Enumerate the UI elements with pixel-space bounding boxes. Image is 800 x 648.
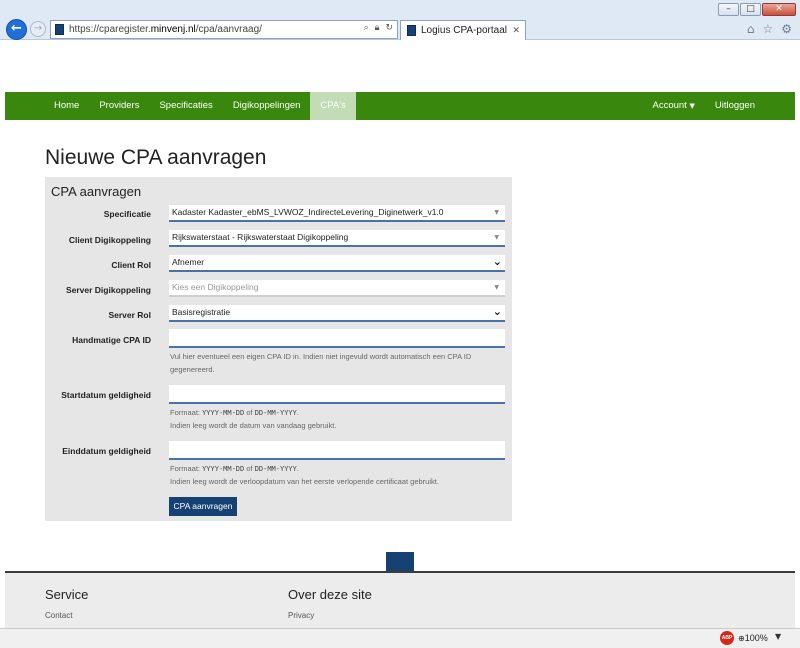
specificatie-label: Specificatie bbox=[103, 209, 151, 219]
server-digikoppeling-select[interactable]: Kies een Digikoppeling ▼ bbox=[169, 280, 505, 297]
startdatum-label: Startdatum geldigheid bbox=[61, 390, 151, 400]
tab-favicon-icon bbox=[407, 25, 416, 36]
nav-providers[interactable]: Providers bbox=[89, 92, 149, 120]
caret-down-icon: ▼ bbox=[689, 102, 695, 110]
chevron-down-icon: ⌄ bbox=[492, 305, 502, 318]
zoom-level[interactable]: ⊕100% bbox=[738, 633, 768, 643]
url-text: https://cparegister.minvenj.nl/cpa/aanvr… bbox=[69, 24, 262, 35]
close-window-icon[interactable]: ✕ bbox=[762, 3, 796, 16]
cpa-id-help: Vul hier eventueel een eigen CPA ID in. … bbox=[170, 352, 472, 374]
cpa-id-input[interactable] bbox=[169, 329, 505, 348]
nav-digikoppelingen[interactable]: Digikoppelingen bbox=[223, 92, 311, 120]
home-icon[interactable]: ⌂ bbox=[747, 22, 755, 36]
footer-service-title: Service bbox=[45, 587, 89, 602]
gear-icon[interactable]: ⚙ bbox=[781, 22, 792, 36]
site-footer: Service Contact Over deze site Privacy bbox=[5, 571, 795, 628]
startdatum-format: Formaat: YYYY-MM-DD of DD-MM-YYYY. bbox=[170, 408, 299, 417]
cpa-id-label: Handmatige CPA ID bbox=[72, 335, 151, 345]
address-bar[interactable]: https://cparegister.minvenj.nl/cpa/aanvr… bbox=[50, 20, 398, 39]
lock-icon[interactable]: 🔒︎ bbox=[375, 23, 380, 33]
tab-close-icon[interactable]: ✕ bbox=[512, 26, 520, 36]
client-rol-select[interactable]: Afnemer ⌄ bbox=[169, 255, 505, 272]
client-digikoppeling-label: Client Digikoppeling bbox=[68, 235, 151, 245]
startdatum-input[interactable] bbox=[169, 385, 505, 404]
zoom-icon: ⊕ bbox=[738, 634, 745, 643]
nav-home[interactable]: Home bbox=[44, 92, 89, 120]
search-icon[interactable]: ⌕ bbox=[364, 23, 369, 33]
dropdown-arrow-icon: ▼ bbox=[494, 234, 499, 241]
dropdown-arrow-icon: ▼ bbox=[494, 209, 499, 216]
maximize-icon[interactable]: □ bbox=[740, 3, 761, 16]
specificatie-select[interactable]: Kadaster Kadaster_ebMS_LVWOZ_IndirecteLe… bbox=[169, 205, 505, 222]
page-title: Nieuwe CPA aanvragen bbox=[45, 146, 267, 169]
nav-specificaties[interactable]: Specificaties bbox=[149, 92, 222, 120]
footer-contact-link[interactable]: Contact bbox=[45, 611, 73, 620]
einddatum-help: Indien leeg wordt de verloopdatum van he… bbox=[170, 477, 439, 486]
panel-title: CPA aanvragen bbox=[51, 184, 142, 199]
client-rol-label: Client Rol bbox=[111, 260, 151, 270]
back-icon[interactable]: ← bbox=[6, 19, 27, 40]
chevron-down-icon: ⌄ bbox=[492, 255, 502, 268]
server-rol-select[interactable]: Basisregistratie ⌄ bbox=[169, 305, 505, 322]
nav-logout[interactable]: Uitloggen bbox=[705, 92, 765, 120]
forward-icon[interactable]: → bbox=[30, 21, 46, 37]
browser-statusbar: ABP ⊕100% ▼ bbox=[0, 628, 800, 648]
zoom-dropdown-icon[interactable]: ▼ bbox=[775, 632, 781, 641]
footer-privacy-link[interactable]: Privacy bbox=[288, 611, 314, 620]
einddatum-format: Formaat: YYYY-MM-DD of DD-MM-YYYY. bbox=[170, 464, 299, 473]
favorites-star-icon[interactable]: ☆ bbox=[762, 22, 773, 36]
footer-about-title: Over deze site bbox=[288, 587, 372, 602]
server-digikoppeling-placeholder: Kies een Digikoppeling bbox=[172, 282, 259, 292]
client-digikoppeling-value: Rijkswaterstaat - Rijkswaterstaat Digiko… bbox=[172, 232, 349, 242]
client-digikoppeling-select[interactable]: Rijkswaterstaat - Rijkswaterstaat Digiko… bbox=[169, 230, 505, 247]
browser-chrome: – □ ✕ ← → https://cparegister.minvenj.nl… bbox=[0, 0, 800, 40]
back-to-top-button[interactable] bbox=[386, 552, 414, 571]
site-navbar: Home Providers Specificaties Digikoppeli… bbox=[5, 92, 795, 120]
tab-title: Logius CPA-portaal bbox=[421, 25, 507, 36]
startdatum-help: Indien leeg wordt de datum van vandaag g… bbox=[170, 421, 337, 430]
minimize-icon[interactable]: – bbox=[718, 3, 739, 16]
refresh-icon[interactable]: ↻ bbox=[385, 23, 393, 33]
nav-account[interactable]: Account ▼ bbox=[643, 92, 705, 120]
einddatum-input[interactable] bbox=[169, 441, 505, 460]
dropdown-arrow-icon: ▼ bbox=[494, 284, 499, 291]
client-rol-value: Afnemer bbox=[172, 257, 205, 267]
nav-cpas[interactable]: CPA's bbox=[310, 92, 356, 120]
window-controls: – □ ✕ bbox=[718, 3, 796, 16]
cpa-request-form: CPA aanvragen Specificatie Kadaster Kada… bbox=[45, 177, 512, 521]
adblock-icon[interactable]: ABP bbox=[720, 631, 734, 645]
server-rol-value: Basisregistratie bbox=[172, 307, 231, 317]
browser-tab[interactable]: Logius CPA-portaal ✕ bbox=[400, 20, 526, 40]
server-rol-label: Server Rol bbox=[108, 310, 151, 320]
server-digikoppeling-label: Server Digikoppeling bbox=[65, 285, 151, 295]
einddatum-label: Einddatum geldigheid bbox=[62, 446, 151, 456]
site-favicon-icon bbox=[55, 24, 64, 35]
cpa-aanvragen-button[interactable]: CPA aanvragen bbox=[169, 497, 237, 516]
specificatie-value: Kadaster Kadaster_ebMS_LVWOZ_IndirecteLe… bbox=[172, 207, 444, 217]
